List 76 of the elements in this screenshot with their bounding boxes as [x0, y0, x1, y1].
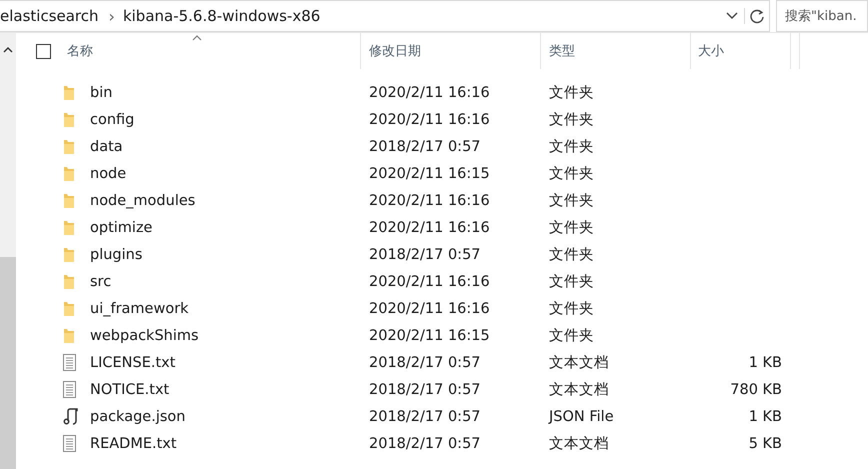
file-name[interactable]: src [90, 274, 112, 290]
file-name[interactable]: bin [90, 84, 112, 100]
file-name[interactable]: node_modules [90, 192, 196, 208]
chevron-down-icon[interactable] [726, 12, 738, 20]
file-size: 5 KB [748, 436, 782, 452]
file-type: JSON File [549, 408, 614, 424]
folder-icon [63, 84, 75, 100]
document-icon [63, 435, 76, 452]
modified-date: 2018/2/17 0:57 [369, 436, 481, 452]
file-name[interactable]: config [90, 112, 134, 128]
file-size: 1 KB [748, 408, 782, 424]
file-size: 1 KB [748, 354, 782, 370]
refresh-icon[interactable] [744, 8, 765, 24]
file-name[interactable]: data [90, 138, 123, 154]
modified-date: 2020/2/11 16:15 [369, 166, 490, 182]
folder-icon [63, 246, 75, 262]
file-type: 文本文档 [549, 382, 609, 398]
modified-date: 2020/2/11 16:16 [369, 220, 490, 236]
column-header[interactable]: 修改日期 [369, 42, 421, 60]
file-name[interactable]: README.txt [90, 436, 177, 452]
file-name[interactable]: optimize [90, 220, 152, 236]
folder-icon [63, 328, 75, 344]
column-header[interactable]: 类型 [549, 42, 575, 60]
file-type: 文件夹 [549, 85, 594, 101]
file-size: 780 KB [730, 382, 782, 398]
folder-icon [63, 192, 75, 208]
breadcrumb[interactable]: kibana-5.6.8-windows-x86 [122, 7, 320, 25]
address-bar[interactable]: elasticsearch › kibana-5.6.8-windows-x86 [0, 0, 770, 32]
scrollbar-thumb[interactable] [0, 257, 16, 469]
folder-icon [63, 274, 75, 290]
folder-icon [63, 138, 75, 154]
chevron-up-icon[interactable] [3, 47, 13, 53]
modified-date: 2020/2/11 16:16 [369, 300, 490, 316]
modified-date: 2018/2/17 0:57 [369, 138, 481, 154]
file-name[interactable]: ui_framework [90, 300, 189, 316]
modified-date: 2020/2/11 16:15 [369, 328, 490, 344]
file-type: 文件夹 [549, 247, 594, 263]
file-type: 文本文档 [549, 436, 609, 452]
file-name[interactable]: node [90, 166, 126, 182]
column-header[interactable]: 名称 [67, 42, 93, 60]
file-name[interactable]: package.json [90, 408, 186, 424]
modified-date: 2018/2/17 0:57 [369, 382, 481, 398]
file-type: 文件夹 [549, 112, 594, 128]
search-field[interactable]: 搜索"kiban. [776, 0, 868, 32]
modified-date: 2020/2/11 16:16 [369, 112, 490, 128]
sort-ascending-icon [192, 35, 202, 41]
file-type: 文件夹 [549, 220, 594, 236]
modified-date: 2020/2/11 16:16 [369, 274, 490, 290]
file-type: 文件夹 [549, 328, 594, 344]
script-icon [63, 408, 79, 425]
modified-date: 2018/2/17 0:57 [369, 408, 481, 424]
scrollbar[interactable] [0, 33, 16, 469]
document-icon [63, 354, 76, 371]
file-name[interactable]: plugins [90, 246, 142, 262]
file-type: 文件夹 [549, 301, 594, 317]
file-type: 文件夹 [549, 139, 594, 155]
file-type: 文本文档 [549, 355, 609, 371]
modified-date: 2020/2/11 16:16 [369, 84, 490, 100]
file-type: 文件夹 [549, 274, 594, 290]
folder-icon [63, 300, 75, 316]
folder-icon [63, 112, 75, 128]
modified-date: 2018/2/17 0:57 [369, 354, 481, 370]
file-name[interactable]: webpackShims [90, 328, 199, 344]
breadcrumb[interactable]: elasticsearch [0, 7, 99, 25]
document-icon [63, 381, 76, 398]
folder-icon [63, 220, 75, 236]
column-header[interactable]: 大小 [698, 42, 724, 60]
modified-date: 2020/2/11 16:16 [369, 192, 490, 208]
file-name[interactable]: NOTICE.txt [90, 382, 170, 398]
file-type: 文件夹 [549, 166, 594, 182]
breadcrumb-separator: › [108, 6, 115, 26]
file-type: 文件夹 [549, 193, 594, 209]
file-name[interactable]: LICENSE.txt [90, 354, 176, 370]
select-all-checkbox[interactable] [36, 44, 51, 58]
folder-icon [63, 166, 75, 182]
modified-date: 2018/2/17 0:57 [369, 246, 481, 262]
